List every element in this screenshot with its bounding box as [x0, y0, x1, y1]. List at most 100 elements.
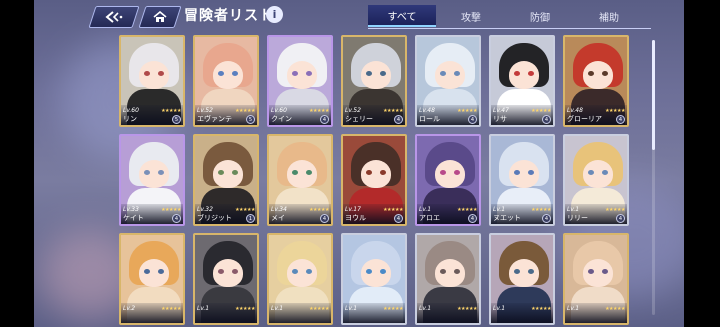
home-icon — [153, 11, 167, 23]
character-face — [287, 160, 317, 188]
character-eye — [144, 71, 150, 76]
tab-all[interactable]: すべて — [368, 5, 436, 27]
character-name: リサ — [493, 115, 507, 123]
character-name: ロール — [419, 115, 440, 123]
rank-badge-icon: 4 — [320, 214, 329, 223]
character-eye — [514, 170, 520, 175]
character-eye — [528, 170, 534, 175]
adventurer-card[interactable]: Lv.1 ★★★★★ — [267, 233, 333, 325]
adventurer-card[interactable]: Lv.1 ★★★★★ — [415, 233, 481, 325]
character-face — [213, 61, 243, 89]
character-name: リン — [123, 115, 137, 123]
level-label: Lv.47 — [493, 107, 509, 114]
adventurer-card[interactable]: Lv.32 ★★★★★ ブリジット 1 — [193, 134, 259, 226]
adventurer-list-screen: 冒険者リスト i すべて 攻撃 防御 補助 Lv.60 ★★★★★ リン 5 Lv.52… — [0, 0, 720, 327]
adventurer-card[interactable]: Lv.1 ★★★★★ リリー 4 — [563, 134, 629, 226]
character-eye — [440, 269, 446, 274]
rank-badge-icon: 4 — [394, 115, 403, 124]
character-face — [583, 259, 613, 287]
star-rating: ★★★★★ — [161, 207, 181, 213]
card-info-bar: Lv.17 ★★★★★ ヨウル 4 — [343, 204, 405, 224]
character-eye — [440, 71, 446, 76]
adventurer-card[interactable]: Lv.1 ★★★★★ アロエ 4 — [415, 134, 481, 226]
character-face — [435, 160, 465, 188]
adventurer-card[interactable]: Lv.60 ★★★★★ リン 5 — [119, 35, 185, 127]
star-rating: ★★★★★ — [531, 108, 551, 114]
character-eye — [218, 170, 224, 175]
tab-support[interactable]: 補助 — [575, 5, 643, 27]
character-eye — [366, 170, 372, 175]
character-eye — [144, 269, 150, 274]
adventurer-card[interactable]: Lv.1 ★★★★★ — [489, 233, 555, 325]
character-eye — [158, 269, 164, 274]
star-rating: ★★★★★ — [161, 306, 181, 312]
level-label: Lv.52 — [197, 107, 213, 114]
back-button[interactable] — [88, 6, 140, 28]
character-eye — [232, 269, 238, 274]
rank-badge-icon: 4 — [542, 214, 551, 223]
adventurer-card[interactable]: Lv.48 ★★★★★ ロール 4 — [415, 35, 481, 127]
character-eye — [602, 170, 608, 175]
character-name: ヌエット — [493, 214, 521, 222]
card-info-bar: Lv.1 ★★★★★ ヌエット 4 — [491, 204, 553, 224]
rank-badge-icon: 4 — [468, 115, 477, 124]
adventurer-card[interactable]: Lv.17 ★★★★★ ヨウル 4 — [341, 134, 407, 226]
star-rating: ★★★★★ — [531, 207, 551, 213]
character-eye — [602, 269, 608, 274]
adventurer-card[interactable]: Lv.52 ★★★★★ シェリー 4 — [341, 35, 407, 127]
character-eye — [218, 71, 224, 76]
card-info-bar: Lv.1 ★★★★★ — [417, 303, 479, 323]
adventurer-card[interactable]: Lv.1 ★★★★★ — [341, 233, 407, 325]
adventurer-card[interactable]: Lv.1 ★★★★★ — [563, 233, 629, 325]
star-rating: ★★★★★ — [235, 306, 255, 312]
character-face — [287, 259, 317, 287]
info-button[interactable]: i — [266, 6, 283, 23]
level-label: Lv.2 — [123, 305, 136, 312]
star-rating: ★★★★★ — [161, 108, 181, 114]
adventurer-card[interactable]: Lv.52 ★★★★★ エヴァンテ 5 — [193, 35, 259, 127]
character-name: エヴァンテ — [197, 115, 232, 123]
character-eye — [588, 269, 594, 274]
character-eye — [292, 269, 298, 274]
level-label: Lv.48 — [567, 107, 583, 114]
level-label: Lv.1 — [567, 206, 580, 213]
level-label: Lv.52 — [345, 107, 361, 114]
adventurer-card[interactable]: Lv.47 ★★★★★ リサ 4 — [489, 35, 555, 127]
tab-attack[interactable]: 攻撃 — [437, 5, 505, 27]
character-face — [213, 259, 243, 287]
adventurer-card[interactable]: Lv.33 ★★★★★ ケイト 4 — [119, 134, 185, 226]
character-eye — [514, 71, 520, 76]
page-title: 冒険者リスト — [184, 8, 274, 24]
character-name: ケイト — [123, 214, 144, 222]
character-face — [435, 61, 465, 89]
character-face — [361, 259, 391, 287]
character-face — [509, 61, 539, 89]
star-rating: ★★★★★ — [383, 108, 403, 114]
level-label: Lv.1 — [197, 305, 210, 312]
character-eye — [158, 71, 164, 76]
star-rating: ★★★★★ — [383, 306, 403, 312]
rank-badge-icon: 4 — [172, 214, 181, 223]
level-label: Lv.48 — [419, 107, 435, 114]
adventurer-card[interactable]: Lv.34 ★★★★★ メイ 4 — [267, 134, 333, 226]
rank-badge-icon: 4 — [616, 115, 625, 124]
adventurer-card[interactable]: Lv.1 ★★★★★ — [193, 233, 259, 325]
character-name: クイン — [271, 115, 292, 123]
level-label: Lv.1 — [493, 206, 506, 213]
level-label: Lv.60 — [271, 107, 287, 114]
rank-badge-icon: 4 — [616, 214, 625, 223]
card-info-bar: Lv.48 ★★★★★ グローリア 4 — [565, 105, 627, 125]
adventurer-card[interactable]: Lv.2 ★★★★★ — [119, 233, 185, 325]
adventurer-card[interactable]: Lv.48 ★★★★★ グローリア 4 — [563, 35, 629, 127]
star-rating: ★★★★★ — [309, 108, 329, 114]
scrollbar-thumb[interactable] — [652, 40, 655, 150]
home-button[interactable] — [138, 6, 182, 28]
adventurer-card[interactable]: Lv.1 ★★★★★ ヌエット 4 — [489, 134, 555, 226]
level-label: Lv.34 — [271, 206, 287, 213]
character-eye — [454, 71, 460, 76]
tab-defense[interactable]: 防御 — [506, 5, 574, 27]
character-face — [509, 259, 539, 287]
back-arrow-icon — [105, 11, 123, 23]
adventurer-card[interactable]: Lv.60 ★★★★★ クイン 4 — [267, 35, 333, 127]
character-face — [361, 160, 391, 188]
